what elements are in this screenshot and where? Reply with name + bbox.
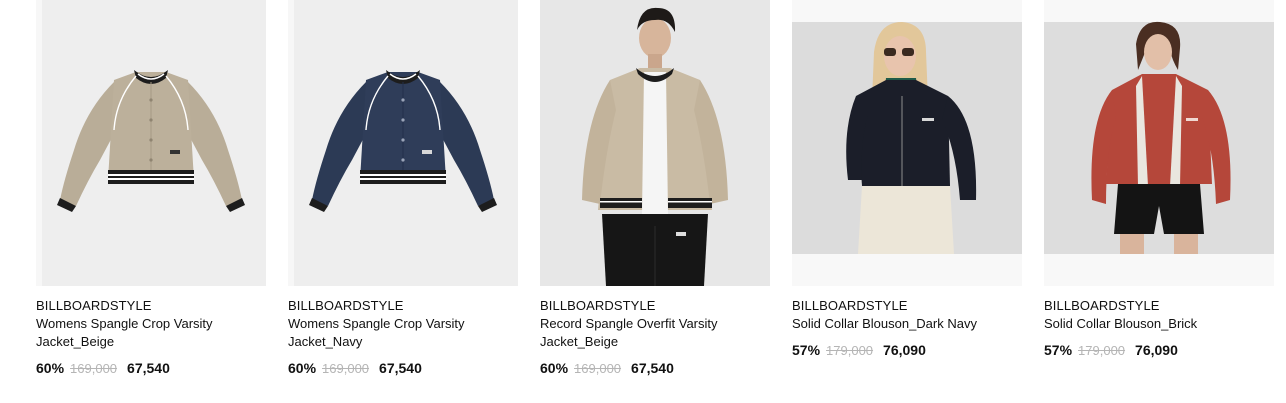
product-name[interactable]: Record Spangle Overfit Varsity Jacket_Be… [540,315,770,351]
product-name[interactable]: Solid Collar Blouson_Dark Navy [792,315,1022,333]
product-image[interactable] [540,0,770,286]
model-dark-navy-blouson-image [792,0,1022,286]
original-price: 179,000 [826,343,874,358]
sale-price: 67,540 [631,360,674,376]
product-brand[interactable]: BILLBOARDSTYLE [288,297,518,315]
discount-rate: 60% [540,360,569,376]
discount-rate: 57% [792,342,821,358]
sale-price: 76,090 [883,342,926,358]
price-row: 60% 169,000 67,540 [540,359,770,378]
sale-price: 67,540 [127,360,170,376]
product-brand[interactable]: BILLBOARDSTYLE [792,297,1022,315]
discount-rate: 60% [36,360,65,376]
product-card[interactable]: BILLBOARDSTYLE Record Spangle Overfit Va… [540,0,770,403]
original-price: 169,000 [574,361,622,376]
original-price: 169,000 [70,361,118,376]
product-image[interactable] [1044,0,1274,286]
original-price: 169,000 [322,361,370,376]
price-row: 60% 169,000 67,540 [36,359,266,378]
product-brand[interactable]: BILLBOARDSTYLE [1044,297,1274,315]
product-grid: BILLBOARDSTYLE Womens Spangle Crop Varsi… [36,0,1274,403]
model-brick-blouson-image [1044,0,1274,286]
sale-price: 67,540 [379,360,422,376]
original-price: 179,000 [1078,343,1126,358]
discount-rate: 60% [288,360,317,376]
product-info: BILLBOARDSTYLE Womens Spangle Crop Varsi… [36,297,266,378]
product-card[interactable]: BILLBOARDSTYLE Womens Spangle Crop Varsi… [36,0,266,403]
product-card[interactable]: BILLBOARDSTYLE Solid Collar Blouson_Bric… [1044,0,1274,403]
product-brand[interactable]: BILLBOARDSTYLE [36,297,266,315]
product-name[interactable]: Solid Collar Blouson_Brick [1044,315,1274,333]
discount-rate: 57% [1044,342,1073,358]
product-info: BILLBOARDSTYLE Record Spangle Overfit Va… [540,297,770,378]
product-image[interactable] [288,0,518,286]
sale-price: 76,090 [1135,342,1178,358]
product-name[interactable]: Womens Spangle Crop Varsity Jacket_Beige [36,315,266,351]
price-row: 57% 179,000 76,090 [792,341,1022,360]
product-info: BILLBOARDSTYLE Solid Collar Blouson_Bric… [1044,297,1274,360]
model-beige-varsity-jacket-image [540,0,770,286]
price-row: 57% 179,000 76,090 [1044,341,1274,360]
product-brand[interactable]: BILLBOARDSTYLE [540,297,770,315]
product-card[interactable]: BILLBOARDSTYLE Womens Spangle Crop Varsi… [288,0,518,403]
price-row: 60% 169,000 67,540 [288,359,518,378]
navy-varsity-jacket-image [288,0,518,286]
product-image[interactable] [36,0,266,286]
beige-varsity-jacket-image [36,0,266,286]
product-name[interactable]: Womens Spangle Crop Varsity Jacket_Navy [288,315,518,351]
product-info: BILLBOARDSTYLE Solid Collar Blouson_Dark… [792,297,1022,360]
product-info: BILLBOARDSTYLE Womens Spangle Crop Varsi… [288,297,518,378]
product-image[interactable] [792,0,1022,286]
product-card[interactable]: BILLBOARDSTYLE Solid Collar Blouson_Dark… [792,0,1022,403]
